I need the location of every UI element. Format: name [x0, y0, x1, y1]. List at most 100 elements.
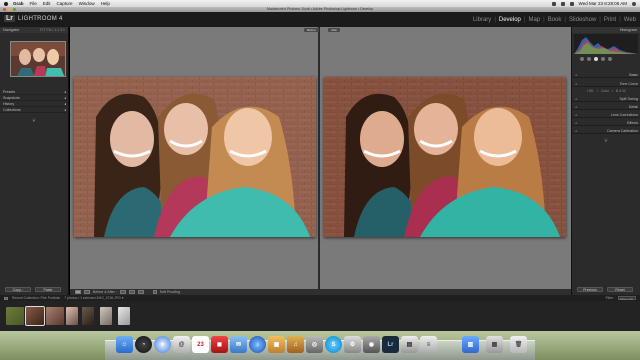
- tone-curve-section[interactable]: ◂ Tone Curve: [572, 81, 640, 87]
- copy-button[interactable]: Copy...: [5, 287, 31, 292]
- filmstrip-thumb-1[interactable]: [6, 307, 24, 325]
- before-after-view-icon[interactable]: [84, 290, 90, 294]
- collection-source[interactable]: Recent Collection: Pick Portfolio: [12, 296, 60, 300]
- basic-section[interactable]: ◂ Basic: [572, 72, 640, 78]
- split-toning-expand-icon[interactable]: ◂: [575, 97, 577, 101]
- module-slideshow[interactable]: Slideshow: [569, 17, 596, 23]
- snapshots-expand-icon[interactable]: ◂: [64, 96, 66, 100]
- reset-button[interactable]: Reset: [607, 287, 633, 292]
- garageband-icon[interactable]: ♫: [287, 336, 304, 353]
- effects-expand-icon[interactable]: ◂: [575, 121, 577, 125]
- histogram[interactable]: [574, 34, 638, 54]
- grid-view-icon[interactable]: [4, 296, 8, 300]
- photo-app-icon[interactable]: ◼: [211, 336, 228, 353]
- lightroom-icon[interactable]: Lr: [382, 336, 399, 353]
- module-develop[interactable]: Develop: [499, 17, 521, 23]
- downloads-stack-icon[interactable]: ▥: [462, 336, 479, 353]
- loupe-view-icon[interactable]: [75, 290, 81, 294]
- battery-icon[interactable]: [569, 1, 574, 6]
- lens-corrections-section[interactable]: ◂ Lens Corrections: [572, 112, 640, 118]
- effects-section[interactable]: ◂ Effects: [572, 120, 640, 126]
- history-expand-icon[interactable]: ◂: [64, 102, 66, 106]
- ical-icon[interactable]: 23: [192, 336, 209, 353]
- skype-icon[interactable]: S: [325, 336, 342, 353]
- menu-file[interactable]: File: [30, 1, 37, 6]
- utility-icon[interactable]: ◎: [306, 336, 323, 353]
- lens-corrections-expand-icon[interactable]: ◂: [575, 113, 577, 117]
- before-after-mode-label[interactable]: Before & After :: [93, 290, 117, 294]
- navigator-header[interactable]: Navigator FIT FILL 1:1 3:1: [0, 27, 68, 33]
- module-print[interactable]: Print: [604, 17, 616, 23]
- copy-after-to-before-icon[interactable]: [137, 290, 144, 294]
- menubar-clock[interactable]: Wed Mar 23 8:28:06 AM: [579, 1, 627, 6]
- copy-before-to-after-icon[interactable]: [128, 290, 135, 294]
- preview-icon[interactable]: ▤: [401, 336, 418, 353]
- adjustment-brush-tool-icon[interactable]: [608, 57, 612, 61]
- selection-info[interactable]: 7 photos / 1 selected /IMG_5736.JPG ▾: [64, 296, 123, 300]
- filmstrip-thumb-4[interactable]: [66, 307, 78, 325]
- tone-curve-expand-icon[interactable]: ◂: [575, 82, 577, 86]
- presets-expand-icon[interactable]: ◂: [64, 90, 66, 94]
- before-photo[interactable]: [74, 77, 316, 237]
- after-photo[interactable]: [324, 77, 566, 237]
- split-toning-section[interactable]: ◂ Split Toning: [572, 96, 640, 102]
- bw-tab[interactable]: B & W: [616, 89, 626, 93]
- filmstrip-thumb-7[interactable]: [118, 307, 130, 325]
- app-icon-generic[interactable]: ◉: [363, 336, 380, 353]
- navigator-preview[interactable]: [10, 41, 66, 77]
- iphoto-icon[interactable]: ▣: [268, 336, 285, 353]
- address-book-icon[interactable]: @: [173, 336, 190, 353]
- histogram-header[interactable]: Histogram: [572, 27, 640, 33]
- wifi-icon[interactable]: [551, 1, 556, 6]
- spotlight-icon[interactable]: [632, 1, 636, 6]
- camera-calibration-expand-icon[interactable]: ◂: [575, 129, 577, 133]
- minimize-window-icon[interactable]: [8, 8, 11, 11]
- menu-window[interactable]: Window: [79, 1, 95, 6]
- swap-before-after-icon[interactable]: [119, 290, 126, 294]
- collections-section[interactable]: Collections ◂: [0, 107, 69, 113]
- crop-tool-icon[interactable]: [580, 57, 584, 61]
- menu-edit[interactable]: Edit: [43, 1, 51, 6]
- module-library[interactable]: Library: [473, 17, 491, 23]
- volume-icon[interactable]: [560, 1, 565, 6]
- finder-icon[interactable]: ☺: [116, 336, 133, 353]
- safari-icon[interactable]: ✧: [154, 336, 171, 353]
- graduated-filter-tool-icon[interactable]: [601, 57, 605, 61]
- zoom-window-icon[interactable]: [13, 8, 16, 11]
- detail-section[interactable]: ◂ Detail: [572, 104, 640, 110]
- module-map[interactable]: Map: [528, 17, 540, 23]
- spot-removal-tool-icon[interactable]: [587, 57, 591, 61]
- filter-dropdown[interactable]: Filters Off: [618, 296, 636, 301]
- filmstrip-thumb-3[interactable]: [46, 307, 64, 325]
- module-book[interactable]: Book: [548, 17, 562, 23]
- previous-button[interactable]: Previous: [577, 287, 603, 292]
- menu-capture[interactable]: Capture: [57, 1, 73, 6]
- close-window-icon[interactable]: [3, 8, 6, 11]
- histogram-label: Histogram: [619, 28, 637, 32]
- filmstrip-thumb-5[interactable]: [82, 307, 94, 325]
- system-prefs-icon[interactable]: ⚙: [344, 336, 361, 353]
- red-eye-tool-icon[interactable]: [594, 57, 598, 61]
- itunes-icon[interactable]: ♪: [249, 336, 266, 353]
- dashboard-icon[interactable]: ◔: [135, 336, 152, 353]
- paste-button[interactable]: Paste: [35, 287, 61, 292]
- camera-calibration-section[interactable]: ◂ Camera Calibration: [572, 128, 640, 134]
- basic-expand-icon[interactable]: ◂: [575, 73, 577, 77]
- detail-expand-icon[interactable]: ◂: [575, 105, 577, 109]
- filmstrip-thumb-6[interactable]: [100, 307, 112, 325]
- apple-icon[interactable]: [4, 1, 8, 6]
- trash-icon[interactable]: 🗑: [510, 336, 527, 353]
- mac-dock: ☺ ◔ ✧ @ 23 ◼ ✉ ♪ ▣ ♫ ◎ S ⚙ ◉ Lr ▤ ≡ ▥ ▦ …: [0, 331, 640, 360]
- hsl-tab[interactable]: HSL: [587, 89, 594, 93]
- navigator-zoom-options[interactable]: FIT FILL 1:1 3:1: [40, 28, 65, 32]
- menu-app[interactable]: Grab: [13, 1, 24, 6]
- filmstrip-thumb-2[interactable]: [25, 306, 45, 326]
- color-tab[interactable]: Color: [601, 89, 609, 93]
- module-web[interactable]: Web: [624, 17, 636, 23]
- soft-proofing-checkbox[interactable]: [152, 290, 157, 294]
- document-icon[interactable]: ≡: [420, 336, 437, 353]
- documents-stack-icon[interactable]: ▦: [486, 336, 503, 353]
- menu-help[interactable]: Help: [101, 1, 110, 6]
- collections-expand-icon[interactable]: ◂: [64, 108, 66, 112]
- mail-icon[interactable]: ✉: [230, 336, 247, 353]
